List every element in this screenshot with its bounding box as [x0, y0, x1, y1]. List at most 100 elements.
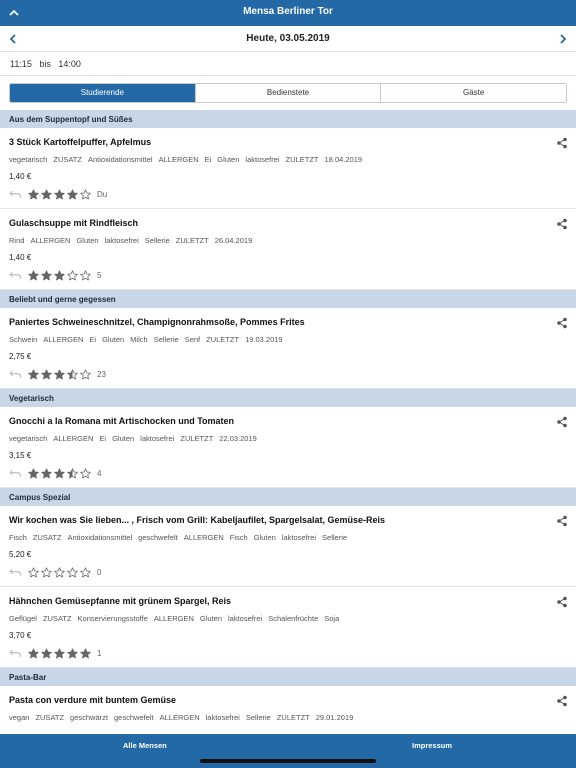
meal-price: 5,20 € [9, 550, 32, 559]
tab-studierende[interactable]: Studierende [10, 84, 196, 102]
share-icon[interactable] [556, 416, 568, 428]
star-empty-icon[interactable] [80, 188, 91, 200]
meal-tags: vegetarisch ZUSATZ Antioxidationsmittel ALL… [9, 155, 368, 164]
star-filled-icon[interactable] [54, 647, 65, 659]
meal-tag: vegan [9, 713, 30, 722]
star-filled-icon[interactable] [28, 188, 39, 200]
meal-item[interactable]: Gulaschsuppe mit Rindfleisch Rind ALLERGEN… [0, 209, 576, 290]
undo-rating-icon[interactable] [9, 468, 22, 479]
meal-tags: vegetarisch ALLERGEN Ei Gluten laktosefrei ZU… [9, 434, 263, 443]
star-empty-icon[interactable] [80, 566, 91, 578]
meal-item[interactable]: 3 Stück Kartoffelpuffer, Apfelmus vegetar… [0, 128, 576, 209]
meal-tag: laktosefrei [281, 533, 317, 542]
star-filled-icon[interactable] [41, 188, 52, 200]
share-icon[interactable] [556, 515, 568, 527]
meal-tag: 26.04.2019 [214, 236, 253, 245]
section-header: Campus Spezial [0, 488, 576, 506]
star-empty-icon[interactable] [80, 269, 91, 281]
undo-rating-icon[interactable] [9, 189, 22, 200]
meal-tag: Schalenfrüchte [268, 614, 319, 623]
meal-tag: ALLERGEN [183, 533, 224, 542]
section-header: Pasta-Bar [0, 668, 576, 686]
star-empty-icon[interactable] [67, 269, 78, 281]
star-filled-icon[interactable] [54, 368, 65, 380]
star-filled-icon[interactable] [80, 647, 91, 659]
tab-bedienstete[interactable]: Bedienstete [195, 84, 382, 102]
tab-gaeste[interactable]: Gäste [381, 84, 566, 102]
star-empty-icon[interactable] [41, 566, 52, 578]
share-icon[interactable] [556, 218, 568, 230]
share-icon[interactable] [556, 137, 568, 149]
section-header: Aus dem Suppentopf und Süßes [0, 110, 576, 128]
meal-name: Gnocchi a la Romana mit Artischocken und… [9, 416, 235, 426]
chevron-right-icon[interactable] [556, 32, 570, 46]
share-icon[interactable] [556, 596, 568, 608]
meal-item[interactable]: Gnocchi a la Romana mit Artischocken und… [0, 407, 576, 488]
star-empty-icon[interactable] [80, 467, 91, 479]
meal-price: 1,40 € [9, 172, 32, 181]
meal-name: Gulaschsuppe mit Rindfleisch [9, 218, 139, 228]
star-filled-icon[interactable] [41, 368, 52, 380]
star-half-icon[interactable] [67, 467, 78, 479]
meal-name: Wir kochen was Sie lieben... , Frisch vo… [9, 515, 386, 525]
undo-rating-icon[interactable] [9, 648, 22, 659]
meal-tag: Sellerie [245, 713, 271, 722]
meal-tag: Gluten [253, 533, 276, 542]
star-filled-icon[interactable] [41, 269, 52, 281]
share-icon[interactable] [556, 317, 568, 329]
star-filled-icon[interactable] [28, 368, 39, 380]
meal-tag: Ei [204, 155, 212, 164]
imprint-button[interactable]: Impressum [412, 741, 452, 750]
star-empty-icon[interactable] [28, 566, 39, 578]
star-filled-icon[interactable] [54, 467, 65, 479]
meal-item[interactable]: Paniertes Schweineschnitzel, Champignonr… [0, 308, 576, 389]
meal-tag: Schwein [9, 335, 38, 344]
star-empty-icon[interactable] [54, 566, 65, 578]
star-half-icon[interactable] [67, 368, 78, 380]
star-filled-icon[interactable] [41, 467, 52, 479]
meal-item[interactable]: Hähnchen Gemüsepfanne mit grünem Spargel… [0, 587, 576, 668]
meal-tag: Senf [184, 335, 201, 344]
home-indicator[interactable] [200, 759, 376, 763]
meal-tag: ALLERGEN [153, 614, 194, 623]
all-canteens-button[interactable]: Alle Mensen [123, 741, 167, 750]
rating-row: Du [9, 188, 107, 200]
meal-price: 3,15 € [9, 451, 32, 460]
undo-rating-icon[interactable] [9, 567, 22, 578]
star-filled-icon[interactable] [54, 188, 65, 200]
meal-name: Paniertes Schweineschnitzel, Champignonr… [9, 317, 305, 327]
star-filled-icon[interactable] [67, 188, 78, 200]
meal-tag: ZULETZT [206, 335, 240, 344]
rating-row: 0 [9, 566, 101, 578]
meal-tag: Gluten [102, 335, 125, 344]
star-filled-icon[interactable] [54, 269, 65, 281]
meal-tag: Ei [89, 335, 97, 344]
rating-count: 0 [97, 567, 102, 577]
rating-row: 4 [9, 467, 101, 479]
star-filled-icon[interactable] [28, 269, 39, 281]
meal-tag: Fisch [9, 533, 27, 542]
meal-tags: Schwein ALLERGEN Ei Gluten Milch Sellerie Senf… [9, 335, 289, 344]
opening-time: 11:15 bis 14:00 [10, 59, 81, 69]
star-filled-icon[interactable] [28, 467, 39, 479]
meal-tag: ZUSATZ [42, 614, 72, 623]
meal-name: Pasta con verdure mit buntem Gemüse [9, 695, 177, 705]
meal-tag: ALLERGEN [30, 236, 71, 245]
meal-tag: Gluten [199, 614, 223, 623]
meal-tag: Gluten [112, 434, 135, 443]
meal-tag: 18.04.2019 [324, 155, 363, 164]
meal-tags: Rind ALLERGEN Gluten laktosefrei Sellerie ZUL… [9, 236, 258, 245]
rating-row: 1 [9, 647, 101, 659]
meal-tag: ALLERGEN [159, 713, 200, 722]
undo-rating-icon[interactable] [9, 369, 22, 380]
star-empty-icon[interactable] [80, 368, 91, 380]
undo-rating-icon[interactable] [9, 270, 22, 281]
star-empty-icon[interactable] [67, 566, 78, 578]
meal-tag: laktosefrei [228, 614, 263, 623]
meal-item[interactable]: Wir kochen was Sie lieben... , Frisch vo… [0, 506, 576, 587]
star-filled-icon[interactable] [41, 647, 52, 659]
share-icon[interactable] [556, 695, 568, 707]
star-filled-icon[interactable] [28, 647, 39, 659]
meal-tag: geschwefelt [113, 713, 154, 722]
star-filled-icon[interactable] [67, 647, 78, 659]
